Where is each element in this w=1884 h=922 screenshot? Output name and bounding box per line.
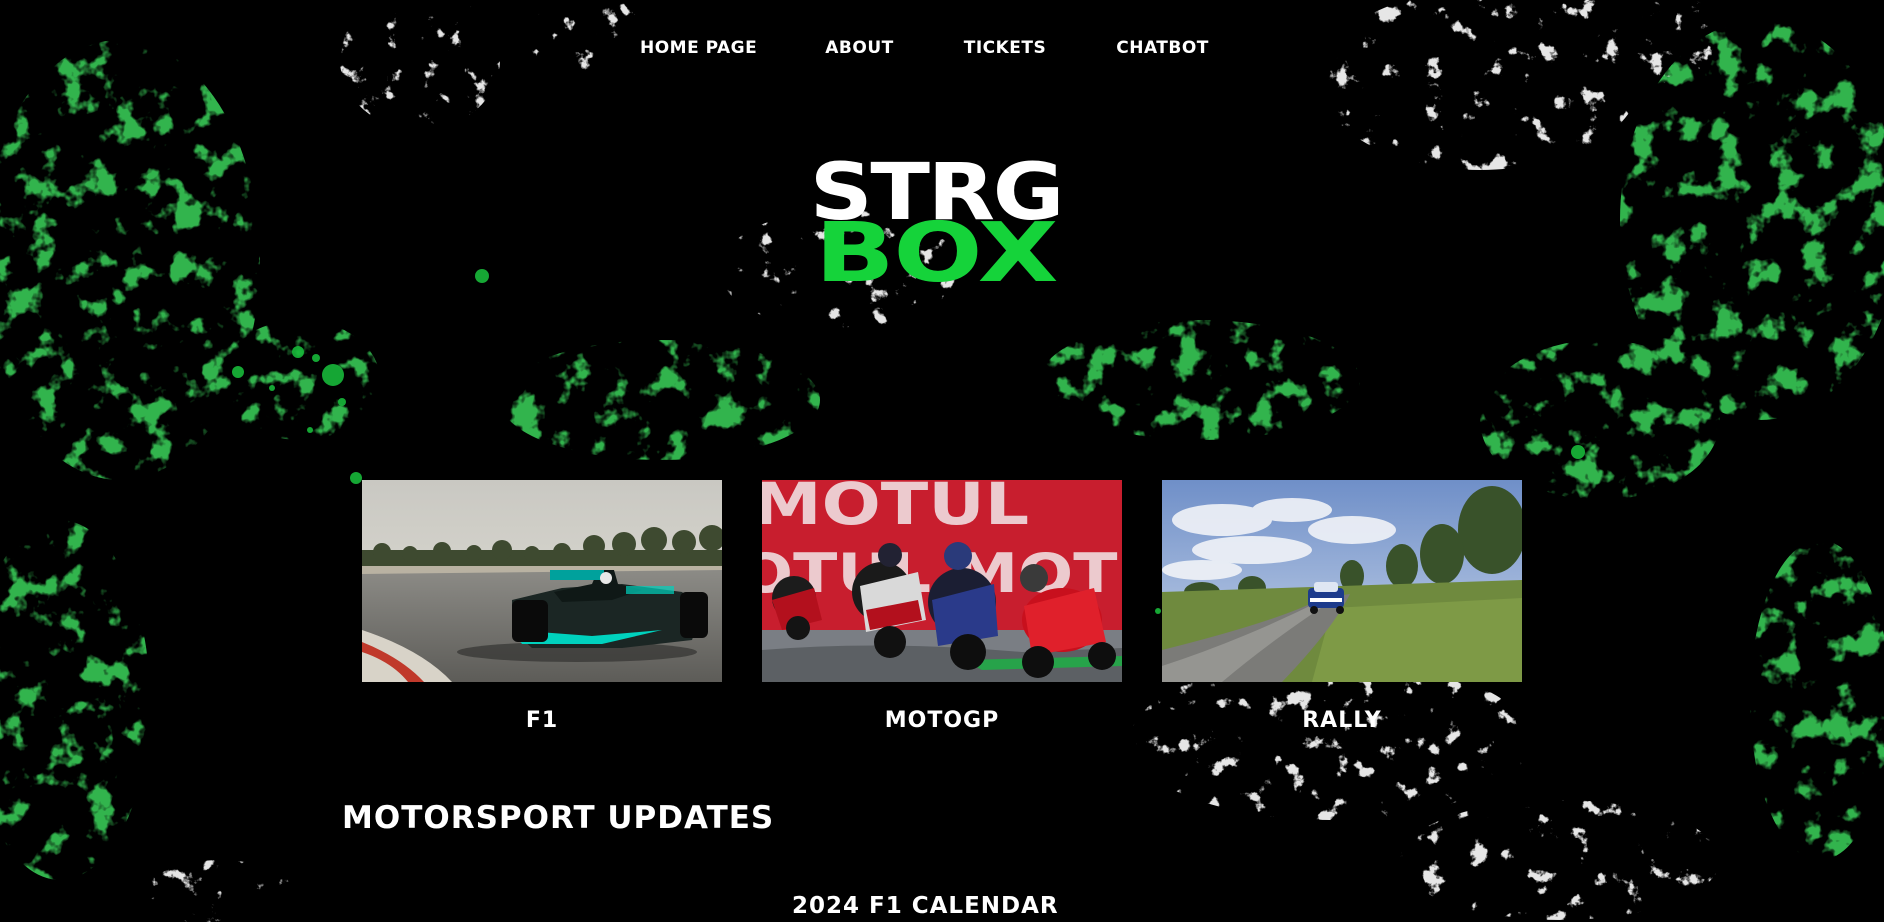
card-rally-label[interactable]: RALLY [1162, 708, 1522, 733]
grunge-background [0, 0, 1884, 922]
page: HOME PAGE ABOUT TICKETS CHATBOT STRG BOX [0, 0, 1884, 922]
logo-line-box: BOX [814, 206, 1059, 301]
svg-text:MOTUL: MOTUL [762, 480, 1029, 538]
nav-tickets-link[interactable]: TICKETS [964, 38, 1047, 58]
f1-calendar-heading: 2024 F1 CALENDAR [792, 893, 1059, 919]
category-cards: F1 MOTUL OTUL MOTU [362, 480, 1522, 733]
site-logo[interactable]: STRG BOX [776, 154, 1096, 295]
nav-home-page-link[interactable]: HOME PAGE [640, 38, 757, 58]
card-f1-label[interactable]: F1 [362, 708, 722, 733]
card-f1[interactable]: F1 [362, 480, 722, 733]
nav-chatbot-link[interactable]: CHATBOT [1116, 38, 1209, 58]
card-motogp-label[interactable]: MOTOGP [762, 708, 1122, 733]
nav-about-link[interactable]: ABOUT [825, 38, 893, 58]
motogp-riders-photo[interactable]: MOTUL OTUL MOTU [762, 480, 1122, 682]
main-nav: HOME PAGE ABOUT TICKETS CHATBOT [640, 38, 1209, 58]
f1-car-photo[interactable] [362, 480, 722, 682]
rally-car-photo[interactable] [1162, 480, 1522, 682]
card-motogp[interactable]: MOTUL OTUL MOTU [762, 480, 1122, 733]
card-rally[interactable]: RALLY [1162, 480, 1522, 733]
motorsport-updates-heading: MOTORSPORT UPDATES [342, 800, 775, 836]
